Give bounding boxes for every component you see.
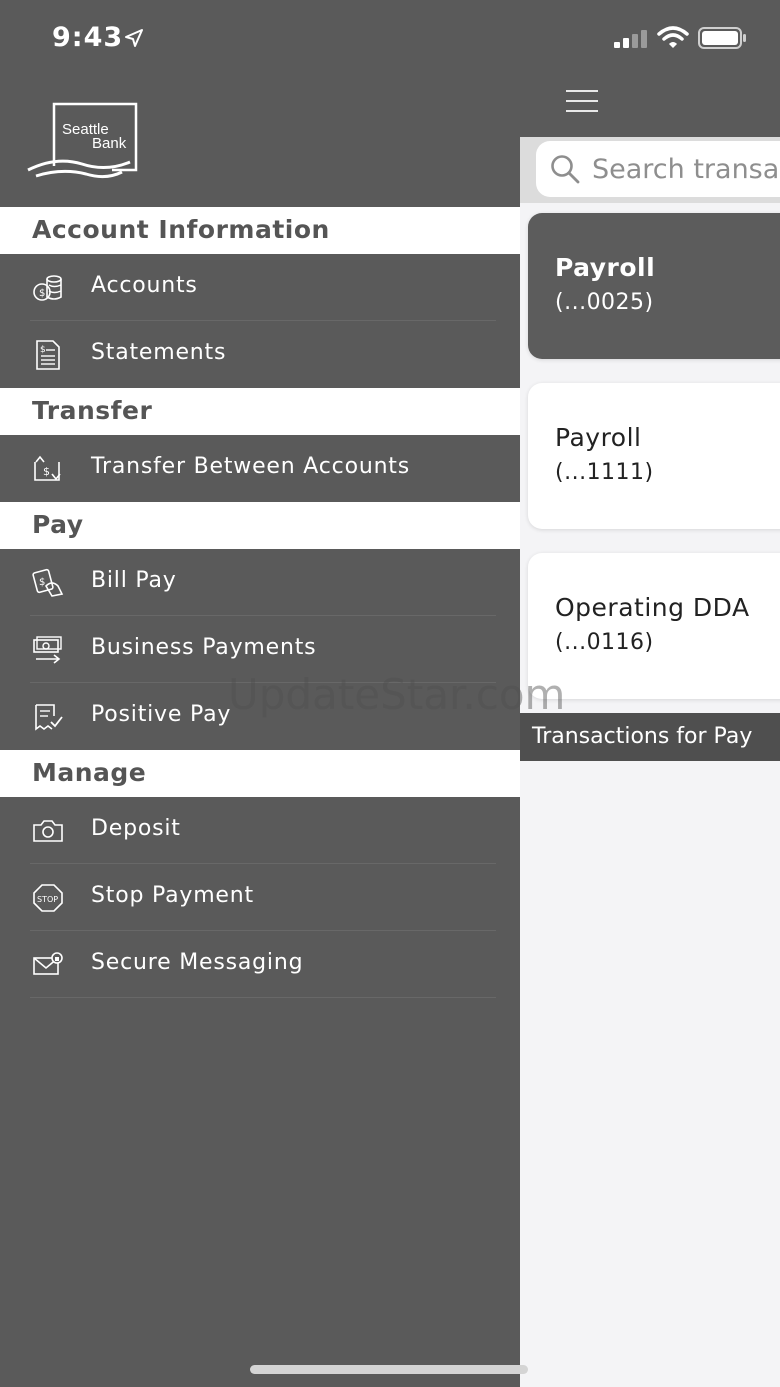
document-icon: $: [36, 340, 60, 370]
hamburger-line: [566, 110, 598, 112]
bill-pay-icon: $: [32, 568, 64, 597]
transfer-icon: $: [34, 455, 61, 481]
watermark: UpdateStar.com: [228, 670, 566, 719]
svg-text:$: $: [39, 288, 45, 299]
menu-item-accounts[interactable]: $ Accounts: [0, 254, 520, 321]
hamburger-line: [566, 100, 598, 102]
menu-item-label: Accounts: [91, 273, 198, 298]
menu-item-label: Secure Messaging: [91, 950, 304, 975]
hamburger-menu-button[interactable]: [566, 88, 598, 114]
logo-text-line2: Bank: [92, 135, 127, 152]
cellular-signal-icon: [614, 30, 647, 48]
menu-item-deposit[interactable]: Deposit: [0, 797, 520, 864]
section-header-account-information: Account Information: [0, 207, 520, 254]
menu-item-label: Transfer Between Accounts: [91, 454, 410, 479]
svg-text:$: $: [39, 577, 45, 588]
home-indicator[interactable]: [250, 1365, 528, 1374]
positive-pay-icon: [35, 704, 63, 731]
account-name: Payroll: [555, 423, 642, 452]
menu-item-label: Bill Pay: [91, 568, 177, 593]
account-card-payroll-1111[interactable]: Payroll (...1111): [528, 383, 780, 529]
account-card-operating-dda-0116[interactable]: Operating DDA (...0116): [528, 553, 780, 699]
wifi-icon: [657, 26, 689, 48]
business-payments-icon: [33, 636, 62, 664]
transactions-header: Transactions for Pay: [520, 713, 780, 761]
account-number: (...0025): [555, 290, 654, 315]
account-number: (...0116): [555, 630, 654, 655]
divider: [30, 997, 496, 998]
svg-text:$: $: [43, 465, 50, 478]
svg-text:STOP: STOP: [37, 895, 58, 904]
battery-icon: [698, 27, 746, 49]
search-bar[interactable]: [536, 141, 780, 197]
account-number: (...1111): [555, 460, 654, 485]
section-header-manage: Manage: [0, 750, 520, 797]
status-time: 9:43: [52, 22, 124, 53]
account-card-payroll-0025[interactable]: Payroll (...0025): [528, 213, 780, 359]
menu-item-label: Deposit: [91, 816, 181, 841]
svg-text:$: $: [40, 345, 46, 355]
search-input[interactable]: [592, 149, 780, 189]
seattle-bank-logo: Seattle Bank: [27, 102, 138, 179]
coins-icon: $: [33, 275, 62, 301]
menu-item-transfer-between-accounts[interactable]: $ Transfer Between Accounts: [0, 435, 520, 502]
search-icon: [551, 155, 580, 184]
section-header-transfer: Transfer: [0, 388, 520, 435]
envelope-icon: [33, 952, 63, 975]
menu-item-label: Stop Payment: [91, 883, 254, 908]
account-name: Operating DDA: [555, 593, 750, 622]
account-name: Payroll: [555, 253, 656, 282]
menu-item-statements[interactable]: $ Statements: [0, 321, 520, 388]
hamburger-line: [566, 90, 598, 92]
menu-item-secure-messaging[interactable]: Secure Messaging: [0, 931, 520, 998]
location-arrow-icon: [125, 29, 143, 47]
menu-item-bill-pay[interactable]: $ Bill Pay: [0, 549, 520, 616]
section-header-pay: Pay: [0, 502, 520, 549]
stop-icon: STOP: [33, 884, 63, 912]
menu-item-label: Positive Pay: [91, 702, 232, 727]
camera-icon: [33, 820, 63, 842]
menu-item-stop-payment[interactable]: STOP Stop Payment: [0, 864, 520, 931]
menu-item-label: Statements: [91, 340, 227, 365]
menu-item-label: Business Payments: [91, 635, 317, 660]
